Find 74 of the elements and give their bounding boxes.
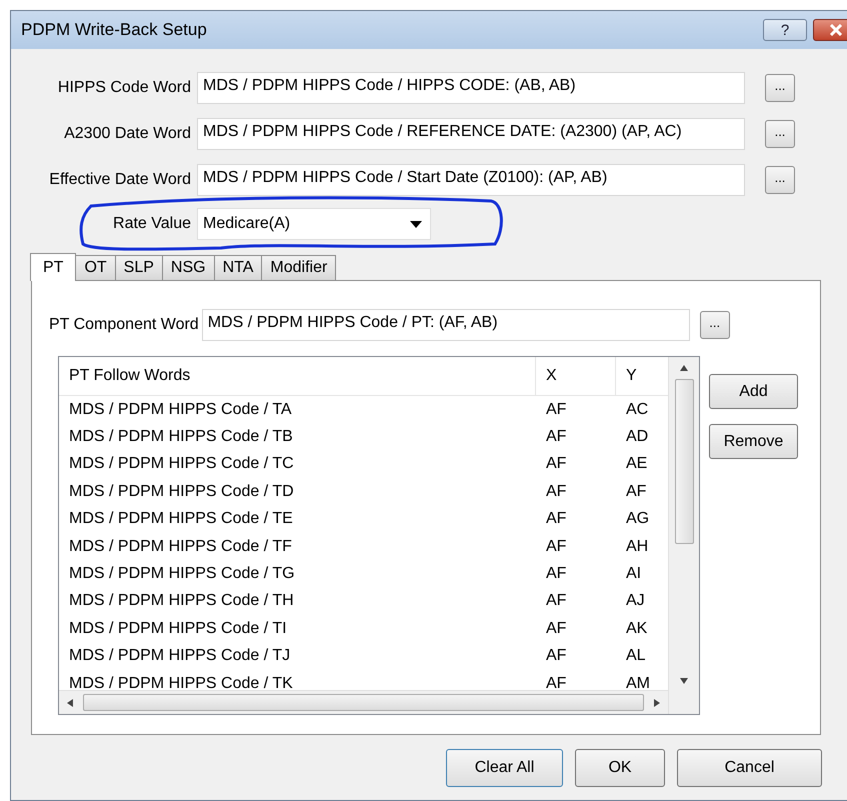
table-cell-text: AM	[625, 674, 651, 690]
field-label: A2300 Date Word	[63, 125, 192, 143]
field-label: HIPPS Code Word	[56, 79, 192, 97]
table-cell-text: AF	[545, 428, 568, 446]
tab[interactable]: SLP	[114, 255, 163, 280]
table-cell-text: AF	[625, 482, 648, 501]
browse-button[interactable]: ...	[765, 120, 795, 148]
table-cell-text: MDS / PDPM HIPPS Code / TJ	[68, 647, 292, 666]
table-cell-text: MDS / PDPM HIPPS Code / TI	[68, 620, 288, 638]
browse-button[interactable]: ...	[765, 166, 795, 194]
table-cell-text: AF	[545, 647, 568, 666]
table-cell-text: AK	[625, 620, 648, 638]
tab[interactable]: NSG	[162, 255, 215, 280]
table-cell-text: MDS / PDPM HIPPS Code / TF	[68, 538, 293, 556]
table-cell-text: AC	[625, 400, 650, 419]
tab[interactable]: NTA	[214, 255, 262, 280]
table-cell-text: AF	[545, 455, 568, 474]
browse-button[interactable]: ...	[700, 311, 730, 339]
table-cell-text: AF	[545, 592, 568, 610]
window-title: PDPM Write-Back Setup	[21, 20, 208, 40]
table-cell-text: AF	[545, 400, 568, 419]
table-cell-text: AE	[625, 455, 648, 474]
word-field[interactable]: MDS / PDPM HIPPS Code / HIPPS CODE: (AB, AB)	[197, 72, 745, 104]
rate-value-dropdown[interactable]: Medicare(A)	[197, 208, 431, 240]
help-button[interactable]: ?	[763, 19, 807, 41]
table-cell-text: AF	[545, 565, 568, 584]
close-icon	[829, 24, 843, 36]
table-cell-text: MDS / PDPM HIPPS Code / TH	[68, 592, 295, 610]
browse-button[interactable]: ...	[765, 74, 795, 102]
word-field[interactable]: MDS / PDPM HIPPS Code / REFERENCE DATE: (A2300) (AP, AC)	[197, 118, 745, 150]
table-cell-text: MDS / PDPM HIPPS Code / TA	[68, 400, 293, 419]
column-header[interactable]: PT Follow Words	[59, 357, 536, 395]
table-cell-text: AH	[625, 538, 650, 556]
table-cell-text: AF	[545, 538, 568, 556]
field-label: Rate Value	[112, 215, 192, 233]
field-label: PT Component Word	[49, 316, 200, 334]
table-cell-text: AL	[625, 647, 647, 666]
table-cell-text: AF	[545, 674, 568, 690]
field-label: Effective Date Word	[48, 171, 192, 189]
table-cell-text: AD	[625, 428, 650, 446]
vertical-scrollbar[interactable]	[668, 357, 699, 714]
close-button[interactable]	[813, 19, 847, 41]
list-button[interactable]: Add	[709, 374, 798, 409]
word-field[interactable]: MDS / PDPM HIPPS Code / Start Date (Z0100): (AP, AB)	[197, 164, 745, 196]
table-cell-text: AF	[545, 482, 568, 501]
table-cell-text: MDS / PDPM HIPPS Code / TB	[68, 428, 294, 446]
column-header[interactable]: X	[536, 357, 616, 395]
table-cell-text: MDS / PDPM HIPPS Code / TE	[68, 510, 294, 528]
dialog-button[interactable]: Clear All	[446, 749, 563, 787]
column-header[interactable]: Y	[616, 357, 668, 395]
component-word-field[interactable]: MDS / PDPM HIPPS Code / PT: (AF, AB)	[202, 309, 690, 341]
table-cell-text: MDS / PDPM HIPPS Code / TG	[68, 565, 296, 584]
list-button[interactable]: Remove	[709, 424, 798, 459]
scroll-left-icon	[67, 698, 73, 706]
scroll-right-icon	[654, 698, 660, 706]
dialog-button[interactable]: Cancel	[677, 749, 822, 787]
dropdown-arrow-icon	[410, 220, 422, 228]
tab[interactable]: PT	[30, 253, 76, 281]
tab[interactable]: OT	[75, 255, 116, 280]
table-cell-text: AJ	[625, 592, 646, 610]
scroll-thumb[interactable]	[82, 694, 644, 711]
table-cell-text: AI	[625, 565, 642, 584]
dialog-button[interactable]: OK	[575, 749, 665, 787]
scroll-up-icon	[680, 365, 688, 371]
table-cell-text: AF	[545, 510, 568, 528]
tab[interactable]: Modifier	[261, 255, 336, 280]
table-cell-text: AF	[545, 620, 568, 638]
horizontal-scrollbar[interactable]	[59, 690, 668, 714]
table-cell-text: MDS / PDPM HIPPS Code / TD	[68, 482, 295, 501]
table-cell-text: MDS / PDPM HIPPS Code / TK	[68, 674, 294, 690]
table-cell-text: AG	[625, 510, 650, 528]
scroll-down-icon	[680, 678, 688, 684]
scroll-thumb[interactable]	[674, 379, 694, 544]
table-cell-text: MDS / PDPM HIPPS Code / TC	[68, 455, 295, 474]
